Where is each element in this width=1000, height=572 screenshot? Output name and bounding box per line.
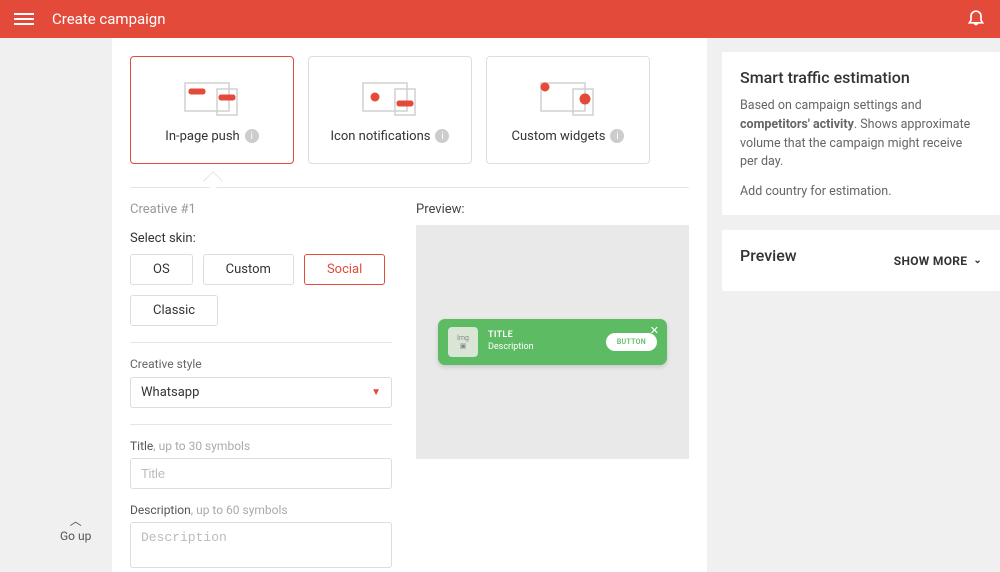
go-up-button[interactable]: ︿ Go up: [60, 512, 91, 543]
chevron-down-icon: ⌄: [973, 255, 982, 266]
info-icon[interactable]: i: [435, 129, 449, 143]
ad-type-cards: In-page push i Icon notifications i Custom…: [130, 56, 689, 164]
card-label: In-page push: [165, 129, 239, 144]
creative-heading: Creative #1: [130, 202, 392, 217]
skin-custom[interactable]: Custom: [203, 254, 294, 285]
skin-social[interactable]: Social: [304, 254, 385, 285]
in-page-push-icon: [177, 77, 247, 117]
card-in-page-push[interactable]: In-page push i: [130, 56, 294, 164]
card-label: Icon notifications: [331, 129, 431, 144]
main-panel: In-page push i Icon notifications i Custom…: [112, 38, 707, 572]
notification-description: Description: [488, 342, 596, 354]
chevron-down-icon: ▼: [371, 387, 381, 398]
info-icon[interactable]: i: [610, 129, 624, 143]
app-header: Create campaign: [0, 0, 1000, 38]
creative-style-select[interactable]: Whatsapp ▼: [130, 377, 392, 408]
menu-icon[interactable]: [14, 10, 34, 28]
title-input[interactable]: [130, 458, 392, 489]
skin-os[interactable]: OS: [130, 254, 193, 285]
info-icon[interactable]: i: [245, 129, 259, 143]
style-label: Creative style: [130, 357, 392, 371]
notification-title: TITLE: [488, 330, 596, 342]
bell-icon[interactable]: [966, 7, 986, 31]
estimation-panel: Smart traffic estimation Based on campai…: [722, 52, 1000, 215]
card-pointer: [130, 176, 689, 188]
card-custom-widgets[interactable]: Custom widgets i: [486, 56, 650, 164]
preview-panel-title: Preview: [740, 246, 797, 265]
card-icon-notifications[interactable]: Icon notifications i: [308, 56, 472, 164]
preview-label: Preview:: [416, 202, 689, 217]
notification-image-placeholder: Img▣: [448, 327, 478, 357]
close-icon[interactable]: ✕: [650, 324, 659, 337]
icon-notifications-icon: [355, 77, 425, 117]
card-label: Custom widgets: [512, 129, 606, 144]
chevron-up-icon: ︿: [60, 512, 91, 529]
estimation-title: Smart traffic estimation: [740, 68, 982, 87]
description-field-label: Description, up to 60 symbols: [130, 503, 392, 517]
skin-options: OS Custom Social Classic: [130, 254, 392, 326]
estimation-action[interactable]: Add country for estimation.: [740, 184, 982, 199]
title-field-label: Title, up to 30 symbols: [130, 439, 392, 453]
preview-box: ✕ Img▣ TITLE Description BUTTON: [416, 225, 689, 459]
custom-widgets-icon: [533, 77, 603, 117]
skin-label: Select skin:: [130, 231, 392, 246]
show-more-button[interactable]: SHOW MORE⌄: [894, 254, 982, 268]
page-title: Create campaign: [52, 10, 166, 28]
description-input[interactable]: [130, 522, 392, 568]
skin-classic[interactable]: Classic: [130, 295, 218, 326]
style-value: Whatsapp: [141, 385, 199, 400]
notification-preview: ✕ Img▣ TITLE Description BUTTON: [438, 319, 667, 365]
estimation-body: Based on campaign settings and competito…: [740, 97, 982, 172]
preview-panel: Preview SHOW MORE⌄: [722, 230, 1000, 291]
